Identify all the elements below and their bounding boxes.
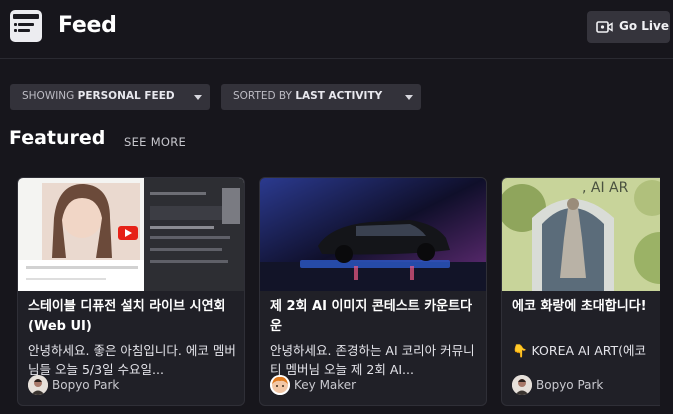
author-name: Bopyo Park [536, 378, 604, 392]
see-more-link[interactable]: SEE MORE [124, 135, 186, 149]
feed-card[interactable]: 스테이블 디퓨전 설치 라이브 시연회(Web UI) 안녕하세요. 좋은 아침… [17, 177, 245, 406]
featured-carousel: 스테이블 디퓨전 설치 라이브 시연회(Web UI) 안녕하세요. 좋은 아침… [0, 177, 660, 414]
feed-window-icon [10, 10, 42, 42]
video-camera-icon [596, 21, 613, 33]
page-title: Feed [58, 13, 117, 38]
card-excerpt: 👇 KOREA AI ART(에코 [512, 343, 647, 358]
author-name: Bopyo Park [52, 378, 120, 392]
avatar [270, 375, 290, 395]
caret-down-icon [405, 95, 413, 100]
feed-filter-dropdown[interactable]: SHOWING PERSONAL FEED [10, 84, 210, 110]
card-thumbnail: , AI AR [502, 178, 660, 291]
card-title: 스테이블 디퓨전 설치 라이브 시연회(Web UI) [28, 299, 226, 334]
sort-dropdown[interactable]: SORTED BY LAST ACTIVITY [221, 84, 421, 110]
author-name: Key Maker [294, 378, 357, 392]
avatar [512, 375, 532, 395]
card-thumbnail [18, 178, 244, 291]
card-thumbnail [260, 178, 486, 291]
feed-filter-text: SHOWING PERSONAL FEED [22, 90, 175, 102]
card-title: 제 2회 AI 이미지 콘테스트 카운트다운 [270, 299, 473, 334]
card-title: 에코 화랑에 초대합니다! [512, 299, 647, 314]
card-excerpt: 안녕하세요. 존경하는 AI 코리아 커뮤니티 멤버님 오늘 제 2회 AI..… [270, 343, 475, 377]
card-excerpt: 안녕하세요. 좋은 아침입니다. 에코 멤버님들 오늘 5/3일 수요일... [28, 343, 236, 377]
feed-card[interactable]: 제 2회 AI 이미지 콘테스트 카운트다운 안녕하세요. 존경하는 AI 코리… [259, 177, 487, 406]
svg-text:, AI AR: , AI AR [582, 180, 629, 196]
top-header: Feed Go Live [0, 0, 673, 59]
avatar [28, 375, 48, 395]
caret-down-icon [194, 95, 202, 100]
go-live-button[interactable]: Go Live [587, 11, 670, 43]
section-title: Featured [9, 127, 106, 149]
sort-text: SORTED BY LAST ACTIVITY [233, 90, 383, 102]
go-live-label: Go Live [619, 19, 669, 33]
feed-card[interactable]: , AI AR 에코 화랑에 초대합니다! 👇 KOREA AI ART(에코 … [501, 177, 660, 406]
